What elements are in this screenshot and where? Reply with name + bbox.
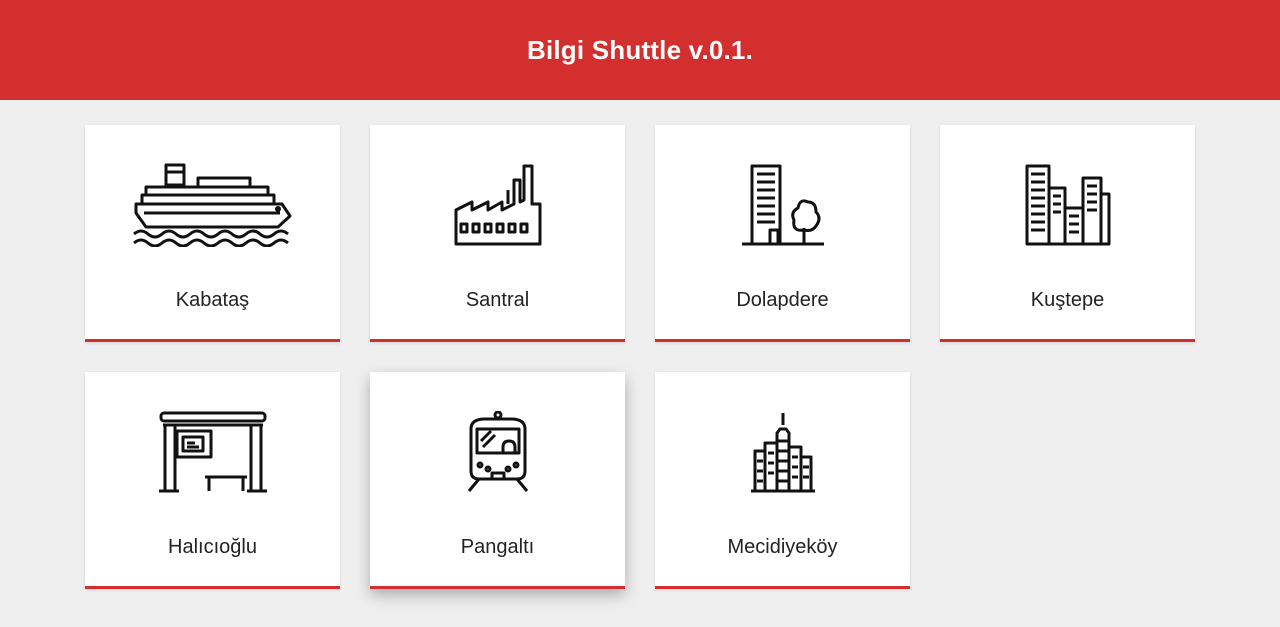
stop-label: Halıcıoğlu	[168, 536, 257, 558]
stop-label: Dolapdere	[736, 289, 829, 311]
stop-label: Pangaltı	[460, 536, 535, 558]
bus-stop-icon	[85, 402, 340, 502]
app-header: Bilgi Shuttle v.0.1.	[0, 0, 1280, 100]
factory-icon	[370, 155, 625, 255]
app-title: Bilgi Shuttle v.0.1.	[526, 34, 753, 65]
stop-label: Santral	[465, 289, 530, 311]
stop-label: Kabataş	[175, 289, 250, 311]
building-tree-icon	[655, 155, 910, 255]
stop-card-dolapdere[interactable]: Dolapdere	[655, 125, 910, 342]
skyscrapers-icon	[655, 402, 910, 502]
stop-card-mecidiyekoy[interactable]: Mecidiyeköy	[655, 372, 910, 589]
stop-label: Kuştepe	[1030, 289, 1105, 311]
stop-card-halicioglu[interactable]: Halıcıoğlu	[85, 372, 340, 589]
stop-card-santral[interactable]: Santral	[370, 125, 625, 342]
train-icon	[370, 402, 625, 502]
stop-card-kabatas[interactable]: Kabataş	[85, 125, 340, 342]
stop-card-pangalti[interactable]: Pangaltı	[370, 372, 625, 589]
stop-card-kustepe[interactable]: Kuştepe	[940, 125, 1195, 342]
ship-icon	[85, 155, 340, 255]
stop-label: Mecidiyeköy	[727, 536, 838, 558]
city-buildings-icon	[940, 155, 1195, 255]
